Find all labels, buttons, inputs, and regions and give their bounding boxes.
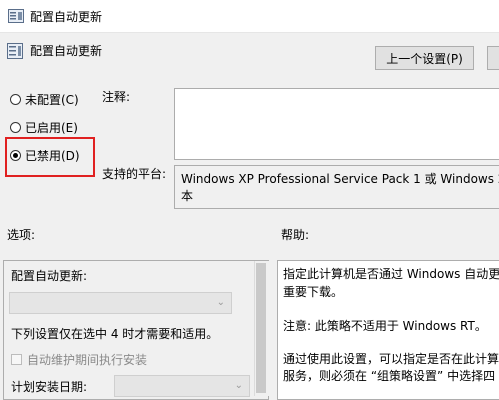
chevron-down-icon: ⌄: [216, 297, 225, 308]
setting-title: 配置自动更新: [30, 44, 103, 58]
help-text-line: 注意: 此策略不适用于 Windows RT。: [283, 319, 487, 333]
chevron-down-icon: ⌄: [234, 380, 243, 391]
help-text-line: 通过使用此设置，可以指定是否在此计算: [283, 352, 499, 366]
scrollbar-thumb[interactable]: [256, 263, 266, 393]
auto-maintenance-checkbox[interactable]: 自动维护期间执行安装: [11, 351, 147, 368]
platform-text-line2: 本: [181, 189, 194, 203]
radio-label: 已启用(E): [25, 121, 78, 135]
previous-setting-button[interactable]: 上一个设置(P): [375, 46, 474, 70]
policy-icon: [8, 9, 24, 23]
comment-label: 注释:: [102, 90, 131, 104]
radio-circle[interactable]: [10, 94, 21, 105]
help-text-line: 指定此计算机是否通过 Windows 自动更: [283, 267, 499, 281]
options-section-label: 选项:: [7, 228, 36, 242]
checkbox-label: 自动维护期间执行安装: [27, 353, 148, 367]
next-setting-button[interactable]: [487, 46, 499, 70]
highlight-box: [5, 137, 95, 177]
help-text-line: 重要下载。: [283, 285, 344, 299]
install-day-label: 计划安装日期:: [11, 380, 88, 394]
platform-label: 支持的平台:: [102, 167, 167, 181]
checkbox-box[interactable]: [11, 354, 22, 365]
help-section-label: 帮助:: [281, 228, 310, 242]
policy-icon: [7, 43, 23, 59]
radio-not-configured[interactable]: 未配置(C): [10, 91, 79, 108]
window-title: 配置自动更新: [30, 10, 103, 24]
platform-box: Windows XP Professional Service Pack 1 或…: [174, 165, 499, 209]
help-text-line: 服务，则必须在 “组策略设置” 中选择四: [283, 369, 496, 383]
platform-text-line1: Windows XP Professional Service Pack 1 或…: [181, 172, 499, 186]
radio-enabled[interactable]: 已启用(E): [10, 119, 78, 136]
auto-update-dropdown[interactable]: ⌄: [9, 292, 232, 314]
settings-note: 下列设置仅在选中 4 时才需要和适用。: [11, 327, 219, 341]
comment-textarea[interactable]: [174, 88, 499, 160]
radio-circle[interactable]: [10, 122, 21, 133]
install-day-dropdown[interactable]: ⌄: [114, 375, 250, 397]
auto-update-label: 配置自动更新:: [11, 269, 88, 283]
radio-label: 未配置(C): [25, 93, 79, 107]
